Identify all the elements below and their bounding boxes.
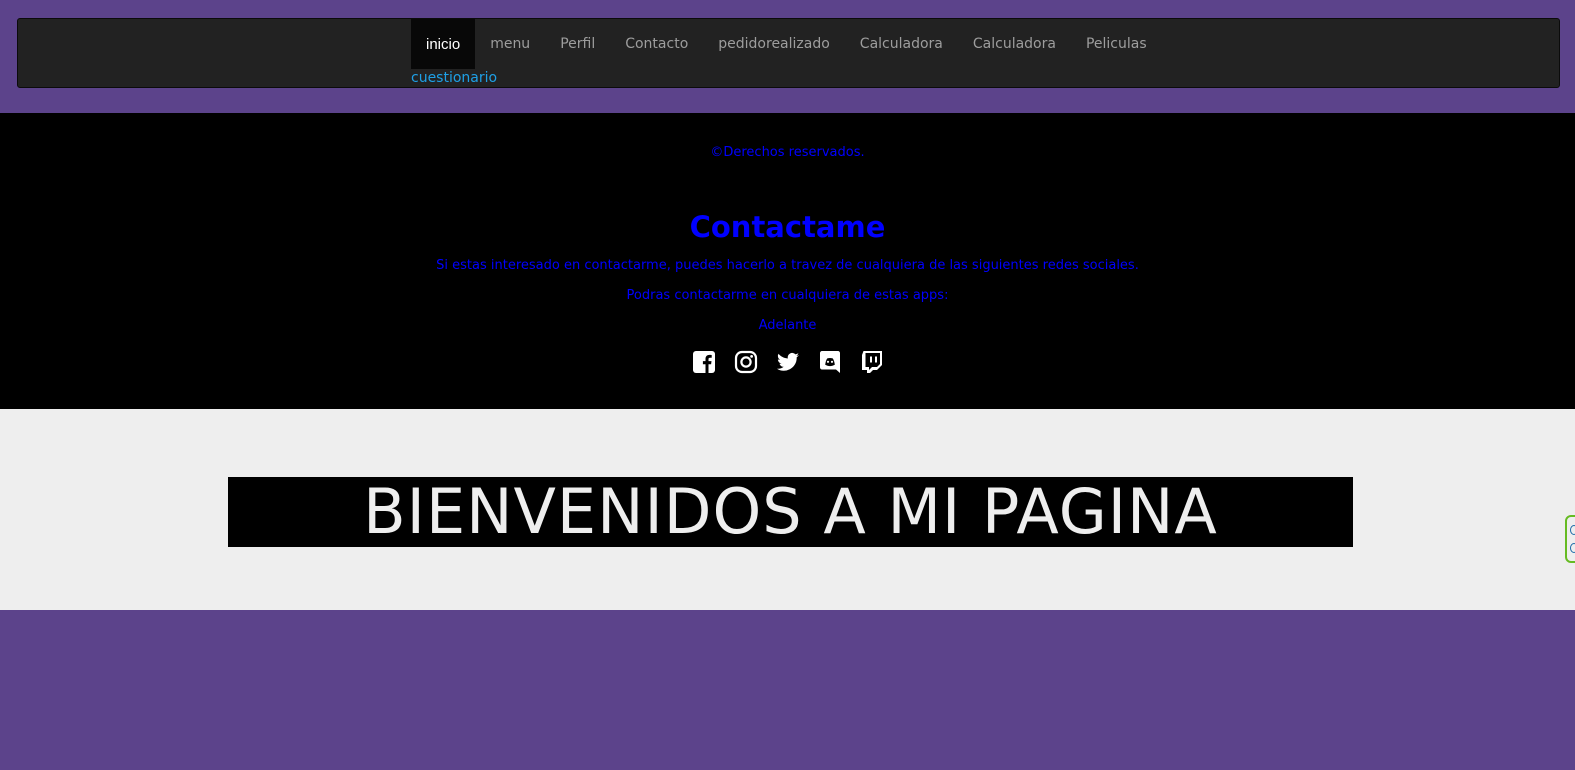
nav-item-contacto[interactable]: Contacto bbox=[610, 19, 703, 69]
contact-title: Contactame bbox=[689, 210, 886, 244]
twitch-icon[interactable] bbox=[859, 349, 885, 375]
nav-item-menu[interactable]: menu bbox=[475, 19, 545, 69]
navbar: inicio menu Perfil Contacto pedidorealiz… bbox=[17, 18, 1560, 88]
next-link[interactable]: Adelante bbox=[0, 318, 1575, 333]
side-widget-tab[interactable] bbox=[1565, 515, 1575, 563]
widget-dot-icon bbox=[1570, 525, 1575, 535]
facebook-icon[interactable] bbox=[691, 349, 717, 375]
welcome-section: BIENVENIDOS A MI PAGINA bbox=[0, 409, 1575, 610]
nav-item-perfil[interactable]: Perfil bbox=[545, 19, 610, 69]
instagram-icon[interactable] bbox=[733, 349, 759, 375]
contact-footer: ©Derechos reservados. Contactame Si esta… bbox=[0, 113, 1575, 409]
nav-item-peliculas[interactable]: Peliculas bbox=[1071, 19, 1162, 69]
nav-item-calculadora-2[interactable]: Calculadora bbox=[958, 19, 1071, 69]
copyright-text: ©Derechos reservados. bbox=[710, 145, 865, 160]
nav-item-calculadora[interactable]: Calculadora bbox=[845, 19, 958, 69]
twitter-icon[interactable] bbox=[775, 349, 801, 375]
contact-description: Si estas interesado en contactarme, pued… bbox=[436, 258, 1139, 273]
social-links bbox=[0, 349, 1575, 375]
nav-item-inicio[interactable]: inicio bbox=[411, 19, 476, 69]
contact-apps-text: Podras contactarme en cualquiera de esta… bbox=[626, 288, 949, 303]
nav-item-pedidorealizado[interactable]: pedidorealizado bbox=[703, 19, 845, 69]
nav-link-cuestionario[interactable]: cuestionario bbox=[411, 70, 497, 86]
discord-icon[interactable] bbox=[817, 349, 843, 375]
welcome-title: BIENVENIDOS A MI PAGINA bbox=[363, 475, 1218, 548]
widget-dot-icon bbox=[1570, 543, 1575, 553]
welcome-banner: BIENVENIDOS A MI PAGINA bbox=[228, 477, 1353, 547]
nav-items: inicio menu Perfil Contacto pedidorealiz… bbox=[411, 19, 1162, 69]
